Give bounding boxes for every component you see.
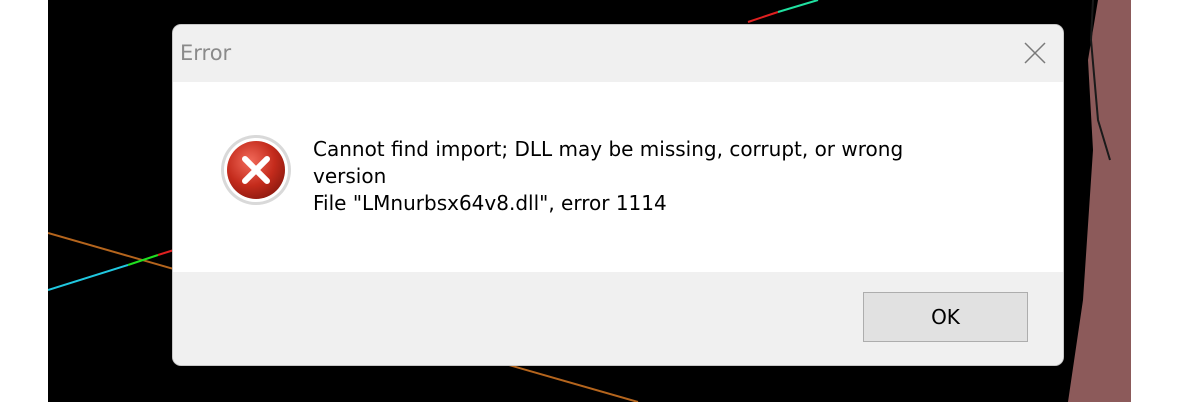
- dialog-content: Cannot find import; DLL may be missing, …: [173, 82, 1063, 272]
- message-line-2: version: [313, 164, 387, 188]
- dialog-footer: OK: [173, 272, 1063, 365]
- message-line-3: File "LMnurbsx64v8.dll", error 1114: [313, 191, 667, 215]
- error-dialog: Error Cannot find import; DLL may be mis…: [173, 25, 1063, 365]
- red-axis-line-top: [747, 11, 779, 23]
- error-message: Cannot find import; DLL may be missing, …: [313, 136, 1013, 217]
- pink-surface: [1068, 0, 1131, 402]
- message-line-1: Cannot find import; DLL may be missing, …: [313, 137, 904, 161]
- cyan-axis-line-left: [48, 264, 129, 291]
- error-icon: [221, 135, 291, 205]
- ok-button[interactable]: OK: [863, 292, 1028, 342]
- title-bar[interactable]: Error: [173, 25, 1063, 82]
- dialog-title: Error: [180, 41, 232, 65]
- cyan-axis-line-top: [777, 0, 819, 13]
- close-icon: [1024, 42, 1046, 64]
- close-button[interactable]: [1005, 25, 1063, 82]
- red-axis-line-left: [157, 249, 175, 256]
